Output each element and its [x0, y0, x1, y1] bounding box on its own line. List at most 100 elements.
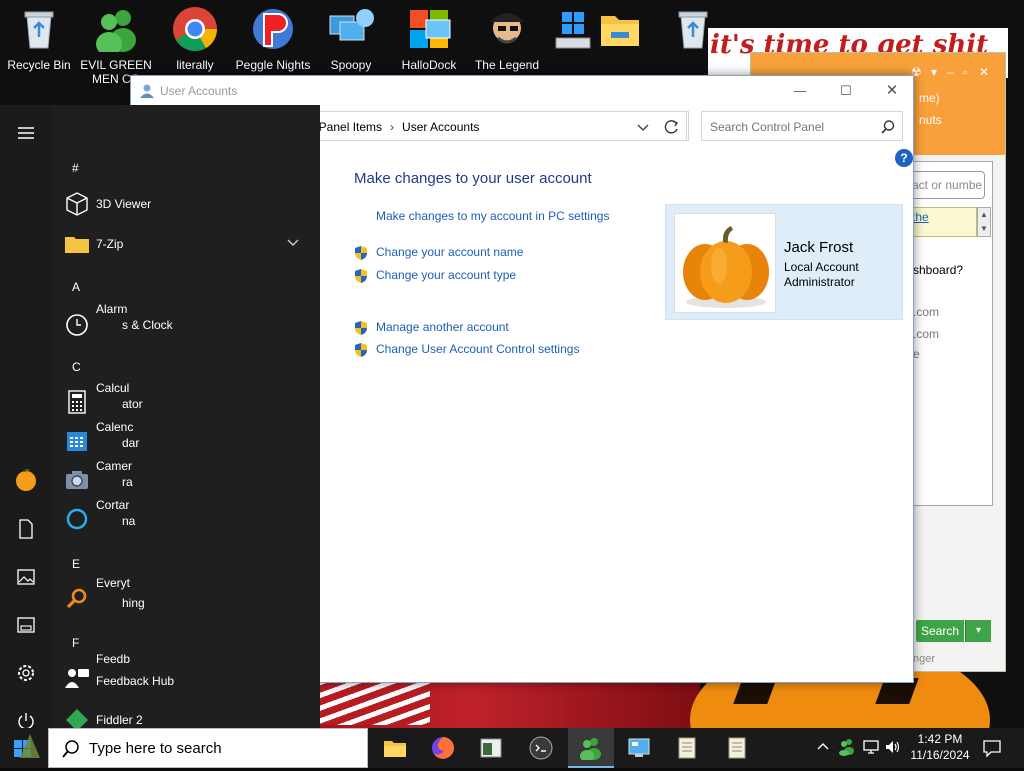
app-fiddler[interactable]: Fiddler 2: [52, 705, 320, 731]
taskbar: Type here to search 1:42 PM 11/16/2024: [0, 728, 1024, 768]
im-status-fragment[interactable]: nuts: [919, 113, 942, 127]
im-scrollbar[interactable]: ▲ ▼: [977, 207, 991, 237]
folder-icon: [64, 231, 90, 257]
search-icon[interactable]: [880, 119, 896, 135]
im-title-fragment: me): [919, 91, 940, 105]
taskbar-control-panel[interactable]: [616, 728, 662, 768]
app-label: ator: [122, 397, 143, 411]
im-info-link[interactable]: the: [909, 207, 977, 237]
documents-icon[interactable]: [14, 517, 38, 541]
taskbar-search-box[interactable]: Type here to search: [48, 728, 368, 768]
minimize-button[interactable]: —: [777, 76, 823, 106]
im-dropdown-icon[interactable]: ▾: [931, 65, 937, 79]
app-alarms-clock[interactable]: Alarm s & Clock: [52, 300, 320, 345]
pirate-icon: [484, 6, 530, 52]
taskbar-clock[interactable]: 1:42 PM 11/16/2024: [900, 731, 980, 763]
app-everything[interactable]: Everyt hing: [52, 574, 320, 614]
im-contact-item[interactable]: .com: [913, 327, 939, 341]
user-accounts-icon: [139, 83, 155, 99]
taskbar-notepad-1[interactable]: [664, 728, 710, 768]
im-contact-item[interactable]: .com: [913, 305, 939, 319]
desktop-icon-recycle-bin-2[interactable]: [655, 4, 731, 58]
cube-icon: [64, 191, 90, 217]
search-box[interactable]: [701, 111, 903, 141]
im-search-dropdown-icon[interactable]: ▾: [965, 620, 991, 642]
app-label: Alarm: [96, 302, 128, 316]
app-feedback-hub[interactable]: Feedb Feedback Hub: [52, 652, 320, 692]
im-minimize-button[interactable]: –: [947, 65, 954, 79]
desktop-icon-peggle-nights[interactable]: Peggle Nights: [235, 4, 311, 72]
im-contact-search[interactable]: act or numbe: [909, 171, 985, 199]
desktop-icon-folder[interactable]: [582, 4, 658, 58]
desktop-icon-hallodock[interactable]: HalloDock: [391, 4, 467, 72]
pictures-icon[interactable]: [14, 565, 38, 589]
im-close-button[interactable]: ✕: [979, 65, 989, 79]
refresh-button[interactable]: [655, 111, 689, 141]
link-change-uac-settings[interactable]: Change User Account Control settings: [376, 342, 579, 356]
desktop-icon-label: Spoopy: [330, 58, 372, 72]
wallpaper-stripes: [320, 680, 430, 725]
app-label: Calenc: [96, 420, 134, 434]
letter-header-e[interactable]: E: [72, 557, 80, 571]
link-change-account-name[interactable]: Change your account name: [376, 245, 523, 259]
file-explorer-icon[interactable]: [14, 613, 38, 637]
link-change-account-type[interactable]: Change your account type: [376, 268, 516, 282]
maximize-button[interactable]: ☐: [823, 76, 869, 106]
taskbar-file-explorer[interactable]: [372, 728, 418, 768]
chevron-up-icon[interactable]: [816, 740, 830, 757]
desktop-icon-recycle-bin[interactable]: Recycle Bin: [1, 4, 77, 72]
windows-logo-icon: [14, 734, 40, 758]
network-icon[interactable]: [862, 738, 880, 759]
letter-header-f[interactable]: F: [72, 636, 79, 650]
address-dropdown-icon[interactable]: [634, 119, 652, 135]
app-cortana[interactable]: Cortar na: [52, 496, 320, 536]
desktop-icon-label: Peggle Nights: [235, 58, 311, 72]
app-label: na: [122, 514, 136, 528]
desktop-icon-evil-green-men[interactable]: EVIL GREEN MEN CO: [78, 4, 154, 86]
taskbar-notepad-2[interactable]: [714, 728, 760, 768]
im-maximize-button[interactable]: ▫: [963, 65, 967, 79]
firefox-icon: [431, 736, 455, 760]
address-bar[interactable]: rol Panel Items › User Accounts: [281, 111, 687, 141]
title-bar[interactable]: User Accounts — ☐ ✕: [131, 76, 913, 106]
letter-header-a[interactable]: A: [72, 280, 80, 294]
app-calculator[interactable]: Calcul ator: [52, 379, 320, 419]
close-button[interactable]: ✕: [869, 76, 915, 106]
help-button[interactable]: ?: [895, 149, 913, 167]
app-7-zip[interactable]: 7-Zip: [52, 225, 320, 265]
hamburger-menu-icon[interactable]: [14, 121, 38, 145]
breadcrumb-separator-icon[interactable]: ›: [390, 120, 394, 134]
link-manage-another-account[interactable]: Manage another account: [376, 320, 509, 334]
action-center-icon[interactable]: [982, 738, 1002, 761]
link-pc-settings[interactable]: Make changes to my account in PC setting…: [376, 209, 609, 223]
breadcrumb-user-accounts[interactable]: User Accounts: [402, 120, 479, 134]
account-role: Administrator: [784, 275, 855, 289]
account-name: Jack Frost: [784, 239, 854, 256]
taskbar-green-men[interactable]: [568, 728, 614, 768]
letter-header-hash[interactable]: #: [72, 161, 79, 175]
desktop-icon-literally[interactable]: literally: [157, 4, 233, 72]
clock-icon: [64, 312, 90, 338]
taskbar-terminal[interactable]: [518, 728, 564, 768]
taskbar-search-placeholder: Type here to search: [89, 740, 222, 757]
im-contact-item[interactable]: e: [913, 347, 920, 361]
im-search-button[interactable]: Search: [916, 620, 964, 642]
desktop-icon-spoopy[interactable]: Spoopy: [313, 4, 389, 72]
chevron-down-icon[interactable]: [286, 235, 300, 252]
magnifier-icon: [64, 586, 90, 612]
start-menu-app-list: # 3D Viewer 7-Zip A Alarm s & Clock C Ca…: [52, 105, 320, 731]
settings-gear-icon[interactable]: [14, 661, 38, 685]
uac-shield-icon: [353, 320, 369, 336]
app-label: dar: [122, 436, 140, 450]
taskbar-firefox[interactable]: [420, 728, 466, 768]
taskbar-app-window[interactable]: [468, 728, 514, 768]
app-3d-viewer[interactable]: 3D Viewer: [52, 185, 320, 225]
user-avatar-icon[interactable]: [14, 468, 38, 493]
search-input[interactable]: [708, 118, 876, 136]
tray-green-men-icon[interactable]: [838, 738, 856, 759]
app-camera[interactable]: Camer ra: [52, 457, 320, 497]
start-button[interactable]: [0, 728, 48, 768]
account-card: Jack Frost Local Account Administrator: [665, 204, 903, 320]
app-calendar[interactable]: Calenc dar: [52, 418, 320, 458]
letter-header-c[interactable]: C: [72, 360, 81, 374]
